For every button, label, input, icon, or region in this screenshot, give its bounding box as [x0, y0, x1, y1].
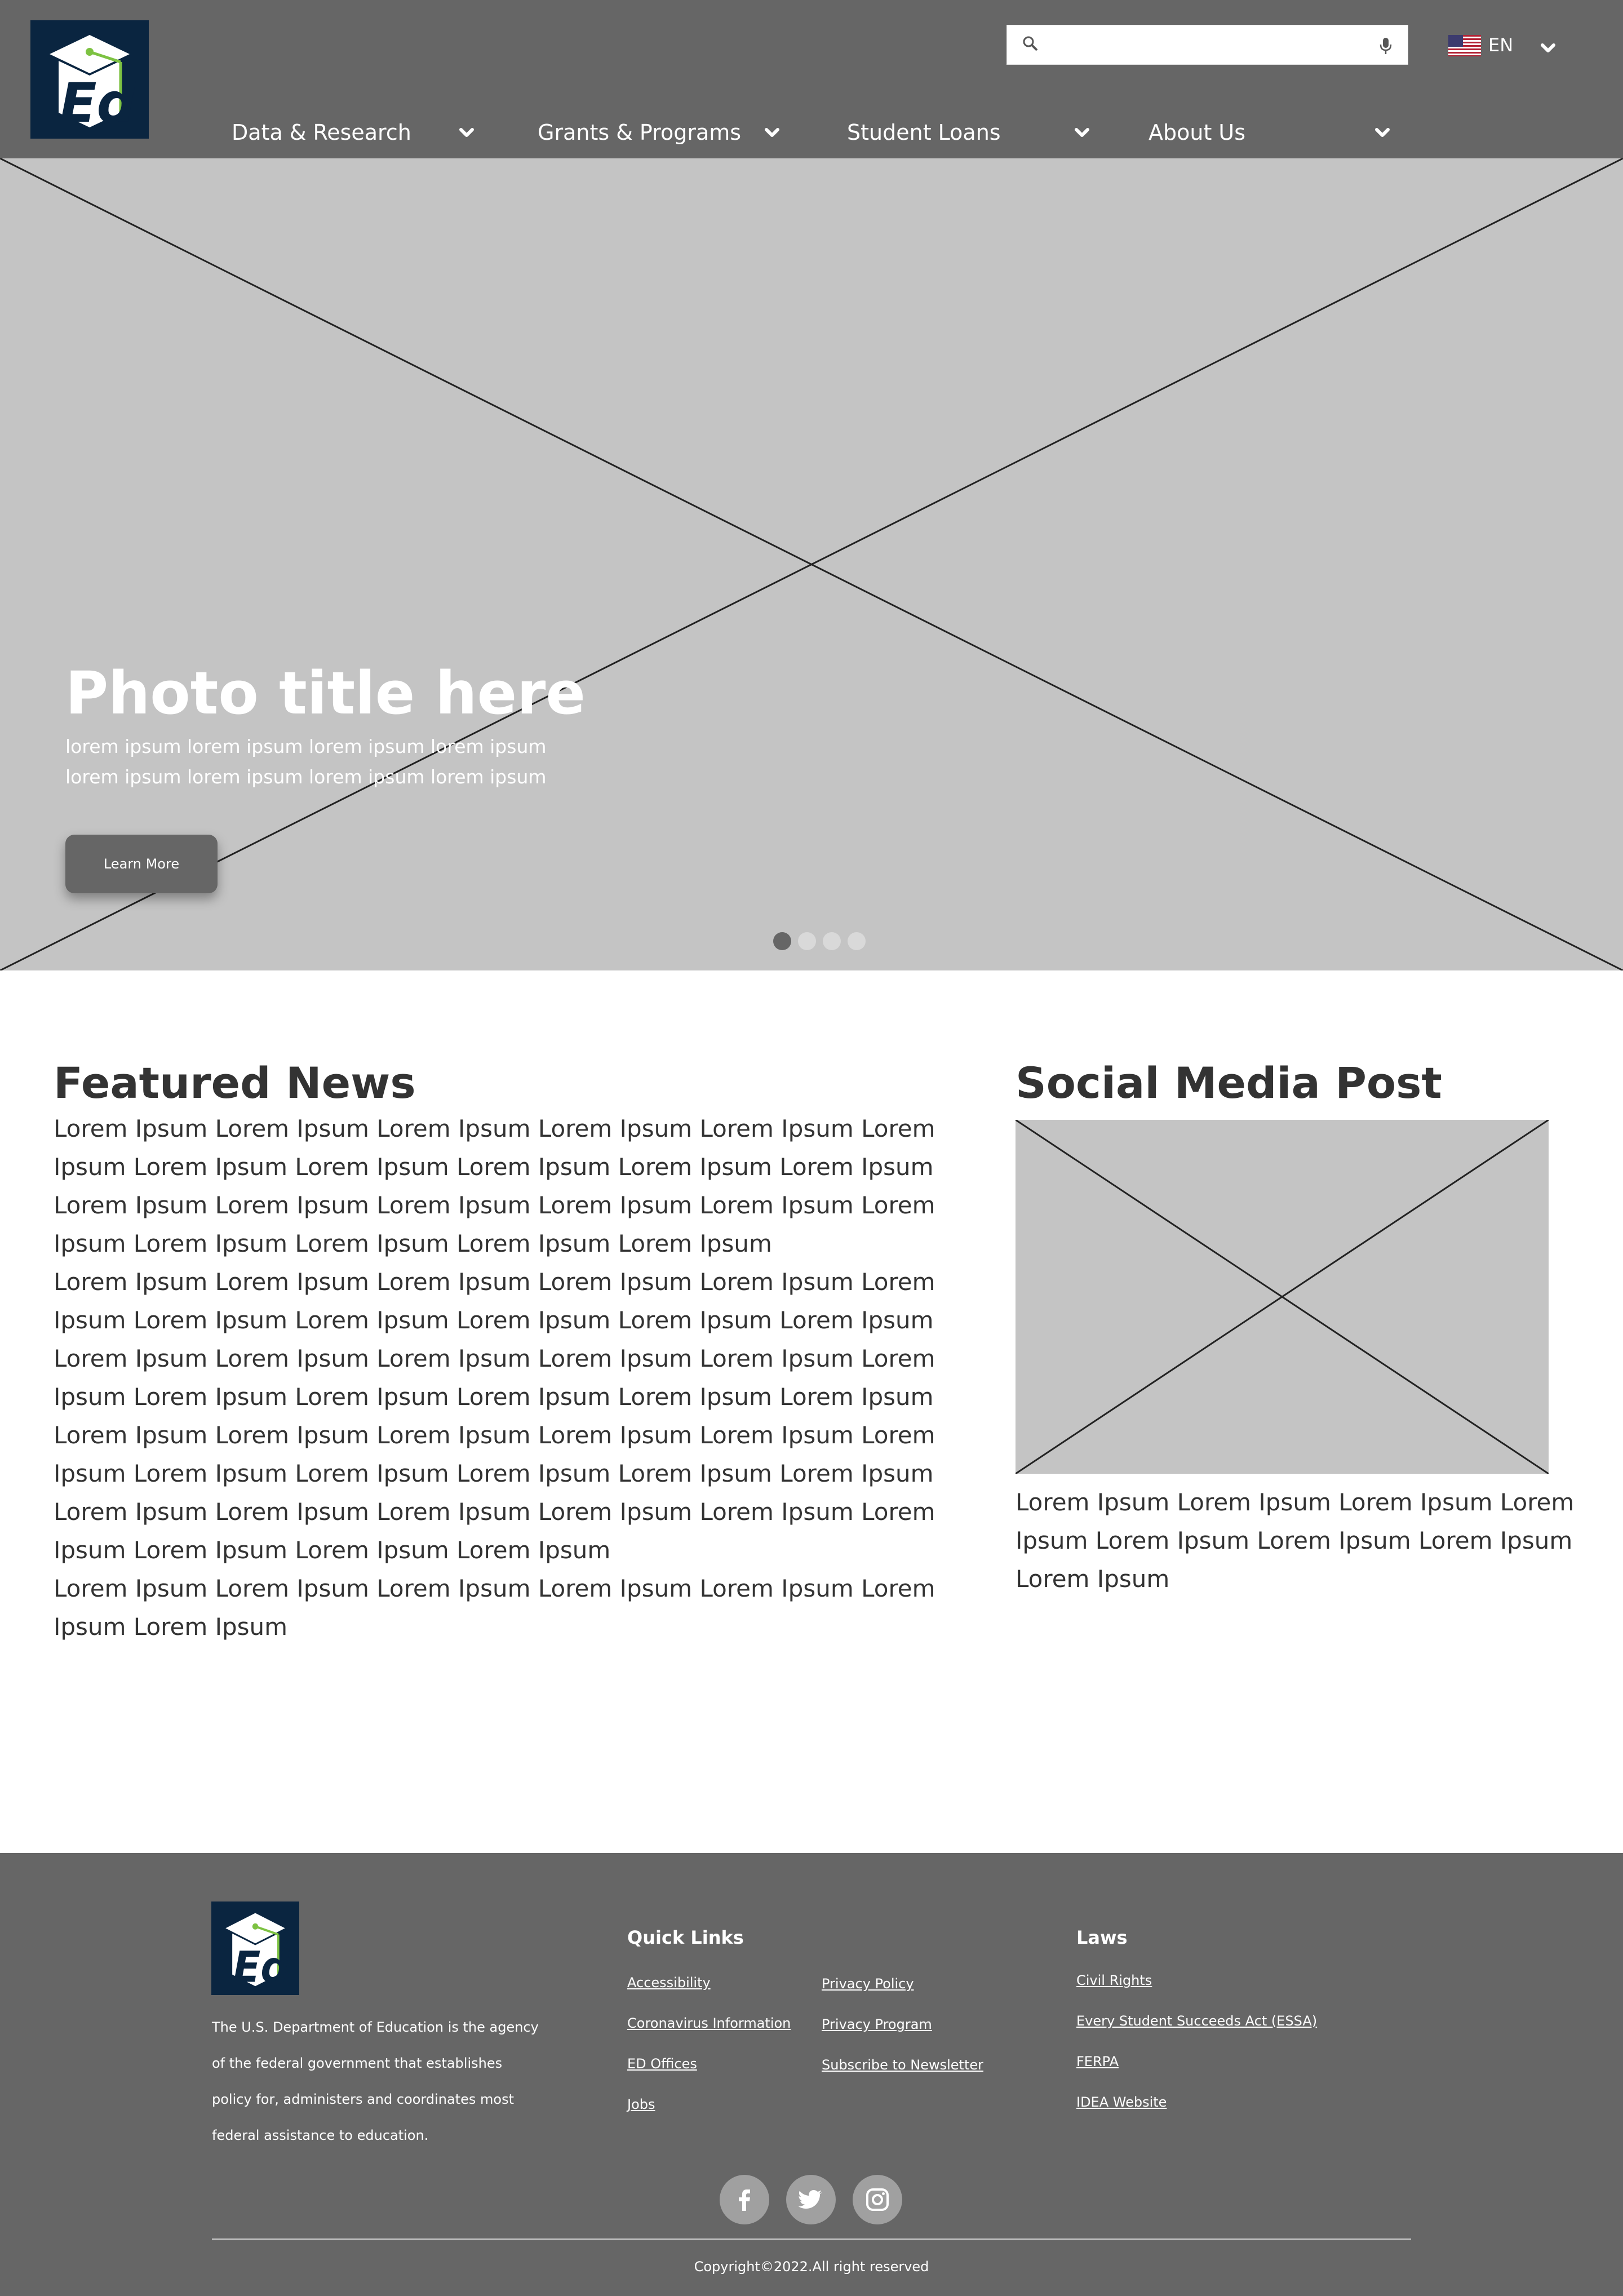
carousel-dot-3[interactable]: [823, 932, 841, 950]
featured-news-line: Lorem Ipsum Lorem Ipsum Lorem Ipsum Lore…: [54, 1191, 935, 1219]
search-box[interactable]: [1006, 25, 1408, 65]
featured-news-line: Ipsum Lorem Ipsum Lorem Ipsum Lorem Ipsu…: [54, 1383, 934, 1411]
featured-news-title: Featured News: [54, 1058, 416, 1108]
footer-link-essa[interactable]: Every Student Succeeds Act (ESSA): [1076, 2010, 1317, 2032]
footer-description-line: federal assistance to education.: [212, 2127, 429, 2143]
featured-news-line: Lorem Ipsum Lorem Ipsum Lorem Ipsum Lore…: [54, 1575, 935, 1602]
nav-student-loans[interactable]: Student Loans: [847, 113, 1001, 152]
copyright-text: Copyright©2022.All right reserved: [694, 2259, 929, 2275]
ed-logo[interactable]: Ed: [30, 20, 149, 139]
carousel-dot-1[interactable]: [773, 932, 791, 950]
social-media-post-title: Social Media Post: [1016, 1058, 1442, 1108]
footer-description-line: The U.S. Department of Education is the …: [212, 2019, 539, 2035]
hero-subtitle-line: lorem ipsum lorem ipsum lorem ipsum lore…: [65, 766, 547, 788]
social-media-post-line: Ipsum Lorem Ipsum Lorem Ipsum Lorem Ipsu…: [1016, 1527, 1573, 1554]
footer-divider: [212, 2239, 1411, 2240]
footer-link-ferpa[interactable]: FERPA: [1076, 2050, 1119, 2073]
language-selector[interactable]: EN: [1488, 31, 1513, 59]
featured-news-line: Lorem Ipsum Lorem Ipsum Lorem Ipsum Lore…: [54, 1345, 935, 1372]
featured-news-line: Ipsum Lorem Ipsum Lorem Ipsum Lorem Ipsu…: [54, 1230, 772, 1257]
quick-links-heading: Quick Links: [627, 1927, 744, 1948]
search-input[interactable]: [1046, 30, 1364, 60]
featured-news-body: Lorem Ipsum Lorem Ipsum Lorem Ipsum Lore…: [54, 1110, 978, 1646]
us-flag-icon: [1448, 35, 1481, 56]
social-media-image-placeholder: [1016, 1120, 1549, 1474]
footer-link-ed-offices[interactable]: ED Offices: [627, 2053, 697, 2075]
footer-description-line: of the federal government that establish…: [212, 2055, 503, 2071]
laws-heading: Laws: [1076, 1927, 1128, 1948]
footer-link-idea-website[interactable]: IDEA Website: [1076, 2091, 1167, 2113]
featured-news-line: Ipsum Lorem Ipsum: [54, 1613, 288, 1641]
nav-student-loans-chevron-down-icon[interactable]: [1068, 118, 1096, 147]
social-media-post-body: Lorem Ipsum Lorem Ipsum Lorem Ipsum Lore…: [1016, 1483, 1579, 1598]
featured-news-line: Ipsum Lorem Ipsum Lorem Ipsum Lorem Ipsu…: [54, 1536, 611, 1564]
microphone-icon[interactable]: [1379, 37, 1393, 57]
featured-news-line: Lorem Ipsum Lorem Ipsum Lorem Ipsum Lore…: [54, 1115, 935, 1142]
facebook-icon[interactable]: [720, 2175, 769, 2224]
footer-link-jobs[interactable]: Jobs: [627, 2093, 655, 2116]
hero-subtitle-line: lorem ipsum lorem ipsum lorem ipsum lore…: [65, 735, 547, 757]
nav-about-us-chevron-down-icon[interactable]: [1368, 118, 1396, 147]
nav-grants-programs-chevron-down-icon[interactable]: [758, 118, 786, 147]
footer-logo-text: Ed: [233, 1943, 290, 1992]
featured-news-line: Lorem Ipsum Lorem Ipsum Lorem Ipsum Lore…: [54, 1498, 935, 1526]
nav-data-research-chevron-down-icon[interactable]: [453, 118, 481, 147]
carousel-dot-2[interactable]: [798, 932, 816, 950]
twitter-icon[interactable]: [786, 2175, 836, 2224]
hero-title: Photo title here: [65, 659, 586, 728]
footer-link-privacy-policy[interactable]: Privacy Policy: [822, 1973, 914, 1995]
footer-link-coronavirus-information[interactable]: Coronavirus Information: [627, 2012, 791, 2035]
footer-link-privacy-program[interactable]: Privacy Program: [822, 2013, 932, 2036]
learn-more-button[interactable]: Learn More: [65, 835, 218, 893]
footer-description: The U.S. Department of Education is the …: [212, 2009, 550, 2153]
carousel-dot-4[interactable]: [848, 932, 866, 950]
search-icon: [1022, 35, 1039, 54]
nav-about-us[interactable]: About Us: [1148, 113, 1245, 152]
logo-text: Ed: [60, 72, 136, 135]
footer-description-line: policy for, administers and coordinates …: [212, 2091, 514, 2107]
footer-ed-logo[interactable]: Ed: [211, 1901, 299, 1995]
nav-data-research[interactable]: Data & Research: [232, 113, 411, 152]
footer-link-accessibility[interactable]: Accessibility: [627, 1971, 711, 1994]
footer-link-civil-rights[interactable]: Civil Rights: [1076, 1969, 1152, 1992]
featured-news-line: Lorem Ipsum Lorem Ipsum Lorem Ipsum Lore…: [54, 1268, 935, 1296]
social-media-post-line: Lorem Ipsum Lorem Ipsum Lorem Ipsum Lore…: [1016, 1488, 1575, 1516]
footer-link-subscribe-newsletter[interactable]: Subscribe to Newsletter: [822, 2054, 983, 2076]
hero-image-placeholder: [0, 158, 1623, 970]
featured-news-line: Ipsum Lorem Ipsum Lorem Ipsum Lorem Ipsu…: [54, 1460, 934, 1487]
featured-news-line: Ipsum Lorem Ipsum Lorem Ipsum Lorem Ipsu…: [54, 1153, 934, 1181]
language-chevron-down-icon[interactable]: [1534, 34, 1562, 62]
featured-news-line: Lorem Ipsum Lorem Ipsum Lorem Ipsum Lore…: [54, 1421, 935, 1449]
featured-news-line: Ipsum Lorem Ipsum Lorem Ipsum Lorem Ipsu…: [54, 1306, 934, 1334]
instagram-icon[interactable]: [853, 2175, 902, 2224]
nav-grants-programs[interactable]: Grants & Programs: [538, 113, 741, 152]
social-media-post-line: Lorem Ipsum: [1016, 1565, 1170, 1593]
